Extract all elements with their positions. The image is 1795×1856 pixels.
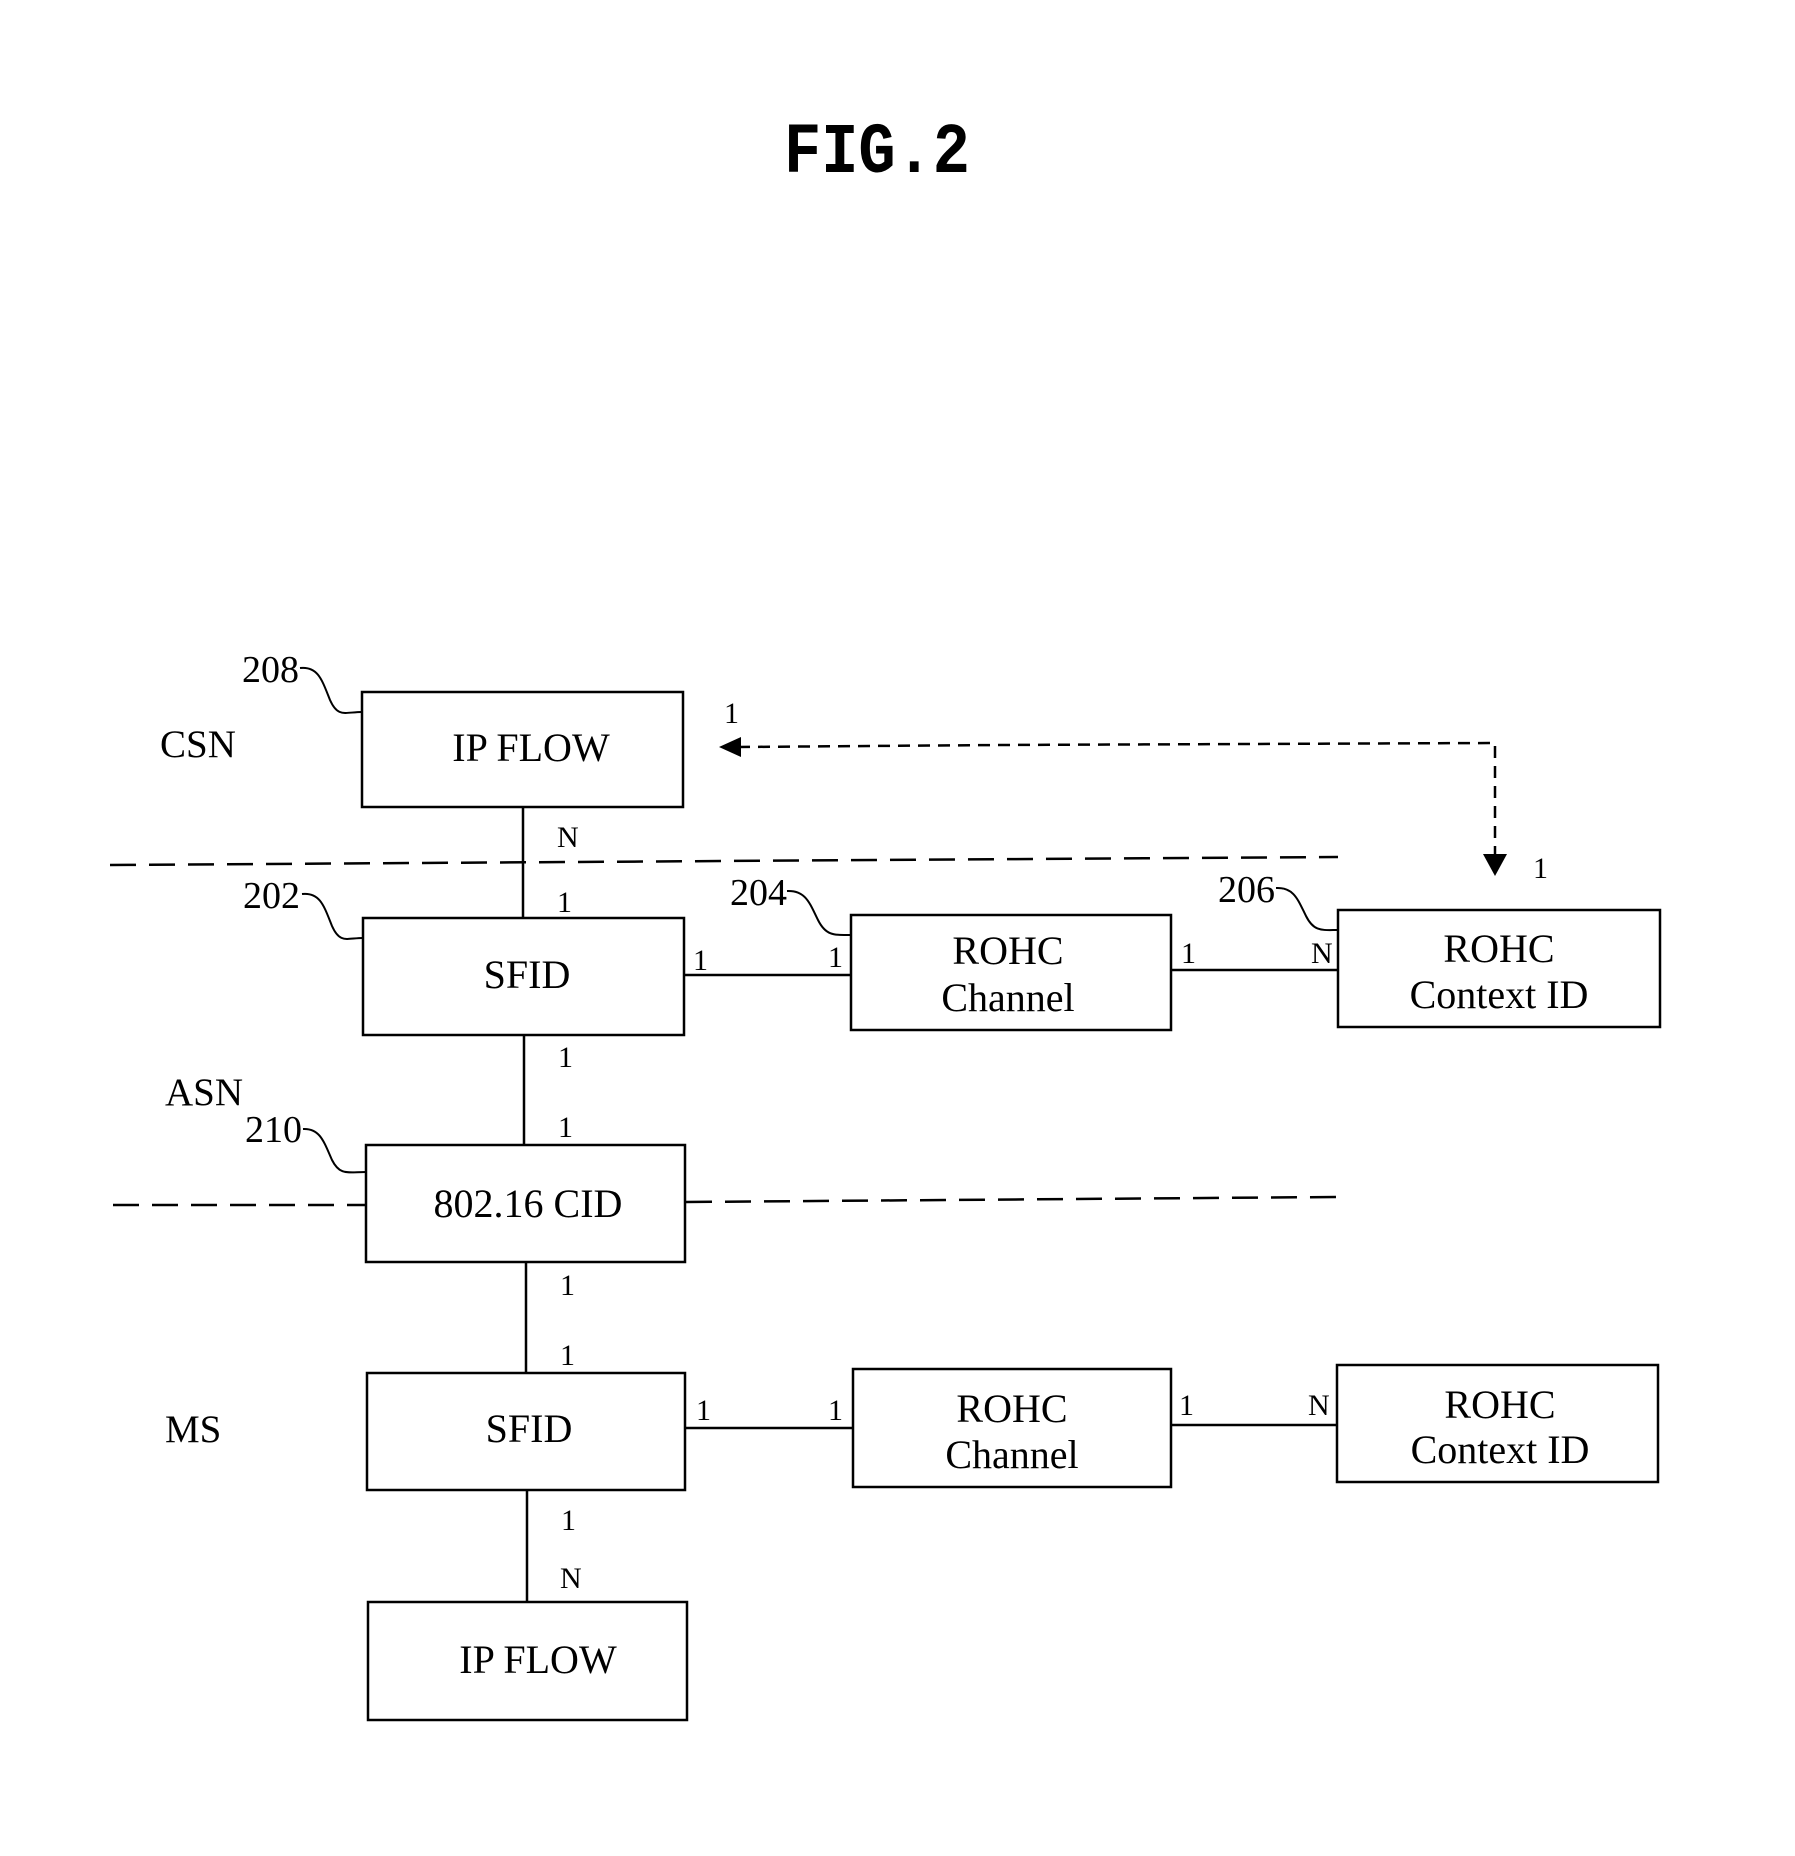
box-rohc-context-ms-line1: ROHC	[1444, 1382, 1555, 1427]
context-ipflow-dashed-link	[737, 741, 1497, 857]
cardinality-label: 1	[558, 1111, 573, 1144]
ref-numeral-208: 208	[242, 649, 299, 691]
boundary-asn-ms-right	[685, 1195, 1337, 1204]
zone-label-asn: ASN	[165, 1071, 243, 1114]
box-rohc-context-asn-line1: ROHC	[1443, 926, 1554, 971]
cardinality-label: 1	[693, 944, 708, 977]
zone-label-ms: MS	[165, 1408, 221, 1451]
box-ip-flow-csn: IP FLOW	[360, 690, 685, 809]
cardinality-label: N	[1308, 1389, 1330, 1422]
box-rohc-channel-ms: ROHC Channel	[851, 1367, 1173, 1489]
ref-numeral-206: 206	[1218, 869, 1275, 911]
box-rohc-context-ms-line2: Context ID	[1411, 1427, 1590, 1472]
cardinality-label: N	[560, 1562, 582, 1595]
box-rohc-channel-ms-line1: ROHC	[956, 1386, 1067, 1431]
cardinality-label: 1	[724, 697, 739, 730]
ref-numeral-204: 204	[730, 872, 787, 914]
box-rohc-channel-asn-line2: Channel	[941, 975, 1074, 1020]
ref-numeral-202: 202	[243, 875, 300, 917]
box-ip-flow-ms-label: IP FLOW	[459, 1637, 617, 1682]
leader-206	[1275, 886, 1339, 932]
box-ip-flow-csn-label: IP FLOW	[452, 725, 610, 770]
leader-204	[786, 889, 852, 937]
leader-208	[299, 666, 363, 714]
box-rohc-channel-asn-line1: ROHC	[952, 928, 1063, 973]
box-802-16-cid: 802.16 CID	[364, 1143, 687, 1264]
cardinality-label: 1	[558, 1041, 573, 1074]
fig2-diagram: FIG.2 CSN ASN MS IP FLOW SFID ROHC Chann…	[109, 113, 1662, 1722]
ref-numeral-210: 210	[245, 1109, 302, 1151]
cardinality-label: 1	[1533, 852, 1548, 885]
box-sfid-ms: SFID	[365, 1371, 687, 1492]
cardinality-label: N	[557, 821, 579, 854]
cardinality-label: 1	[560, 1269, 575, 1302]
leader-202	[301, 892, 364, 940]
zone-label-csn: CSN	[160, 723, 236, 766]
cardinality-label: 1	[696, 1394, 711, 1427]
box-rohc-channel-ms-line2: Channel	[945, 1432, 1078, 1477]
arrowhead-down-icon	[1483, 854, 1507, 876]
boundary-csn-asn	[109, 855, 1339, 867]
box-rohc-context-asn-line2: Context ID	[1410, 972, 1589, 1017]
box-rohc-context-asn: ROHC Context ID	[1336, 908, 1662, 1029]
box-rohc-channel-asn: ROHC Channel	[849, 913, 1173, 1032]
cardinality-label: 1	[561, 1504, 576, 1537]
box-802-16-cid-label: 802.16 CID	[434, 1181, 623, 1226]
box-sfid-asn-label: SFID	[484, 952, 571, 997]
box-ip-flow-ms: IP FLOW	[366, 1600, 689, 1722]
cardinality-label: 1	[1179, 1389, 1194, 1422]
cardinality-label: 1	[560, 1339, 575, 1372]
cardinality-label: 1	[828, 1394, 843, 1427]
cardinality-label: 1	[828, 941, 843, 974]
leader-210	[302, 1127, 367, 1174]
cardinality-label: 1	[1181, 937, 1196, 970]
box-rohc-context-ms: ROHC Context ID	[1335, 1363, 1660, 1484]
box-sfid-ms-label: SFID	[486, 1406, 573, 1451]
arrowhead-left-icon	[719, 737, 741, 757]
cardinality-label: 1	[557, 886, 572, 919]
box-sfid-asn: SFID	[361, 916, 686, 1037]
figure-title: FIG.2	[784, 113, 970, 194]
cardinality-label: N	[1311, 937, 1333, 970]
